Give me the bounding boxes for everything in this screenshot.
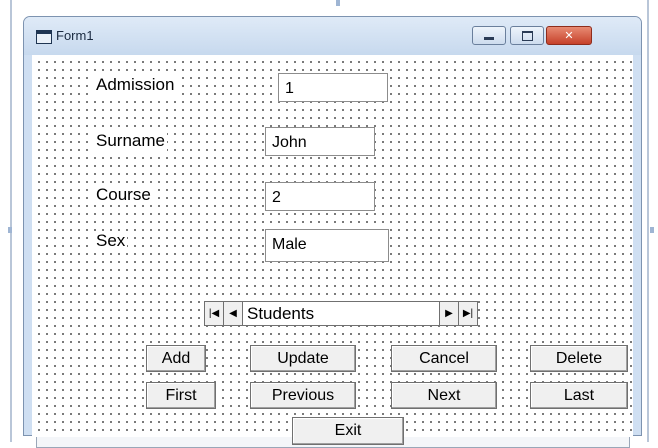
resize-handle-top[interactable] xyxy=(336,0,340,6)
move-last-button[interactable]: ▶| xyxy=(458,302,477,325)
course-label: Course xyxy=(94,185,153,205)
move-previous-icon: ◀ xyxy=(229,308,237,319)
update-button[interactable]: Update xyxy=(250,345,356,372)
close-icon: ✕ xyxy=(564,30,574,42)
move-last-icon: ▶| xyxy=(462,308,474,319)
admission-field[interactable]: 1 xyxy=(278,73,388,102)
move-next-icon: ▶ xyxy=(445,308,453,319)
delete-button[interactable]: Delete xyxy=(530,345,628,372)
window-title: Form1 xyxy=(56,28,94,43)
sex-label: Sex xyxy=(94,231,128,251)
exit-button[interactable]: Exit xyxy=(292,417,404,445)
move-first-button[interactable]: |◀ xyxy=(205,302,224,325)
previous-button[interactable]: Previous xyxy=(250,382,356,409)
minimize-icon xyxy=(484,37,494,40)
form-client-area: Admission Surname Course Sex 1 John 2 Ma… xyxy=(32,55,633,445)
course-field[interactable]: 2 xyxy=(265,182,375,211)
resize-handle-left[interactable] xyxy=(8,227,12,233)
surname-field[interactable]: John xyxy=(265,127,375,156)
next-button[interactable]: Next xyxy=(391,382,497,409)
form-icon xyxy=(36,30,52,44)
move-previous-button[interactable]: ◀ xyxy=(224,302,243,325)
move-first-icon: |◀ xyxy=(208,308,220,319)
first-button[interactable]: First xyxy=(146,382,216,409)
admission-label: Admission xyxy=(94,75,177,95)
data-control-caption: Students xyxy=(247,304,315,323)
add-button[interactable]: Add xyxy=(146,345,206,372)
close-button[interactable]: ✕ xyxy=(546,26,592,45)
move-next-button[interactable]: ▶ xyxy=(439,302,458,325)
maximize-icon xyxy=(521,30,533,41)
ide-right-guide xyxy=(647,0,649,442)
sex-field[interactable]: Male xyxy=(265,229,389,262)
last-button[interactable]: Last xyxy=(530,382,628,409)
title-bar[interactable]: Form1 ✕ xyxy=(24,17,641,55)
maximize-button[interactable] xyxy=(510,26,544,45)
students-data-control[interactable]: |◀ ◀ Students ▶ ▶| xyxy=(204,301,478,326)
minimize-button[interactable] xyxy=(472,26,506,45)
surname-label: Surname xyxy=(94,131,167,151)
cancel-button[interactable]: Cancel xyxy=(391,345,497,372)
resize-handle-right[interactable] xyxy=(650,227,654,233)
form-window: Form1 ✕ Admission Surname Course Sex 1 J… xyxy=(23,16,642,445)
ide-left-guide xyxy=(10,0,12,442)
